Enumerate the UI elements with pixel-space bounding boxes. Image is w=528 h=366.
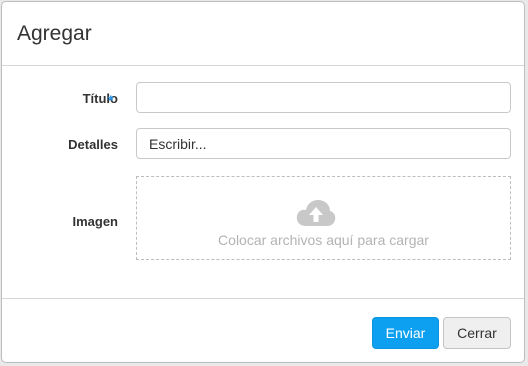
dialog-title: Agregar [17,22,92,45]
cloud-upload-icon [296,200,336,226]
image-dropzone[interactable]: Colocar archivos aquí para cargar [136,176,511,260]
dialog-header: Agregar [2,2,524,66]
detalles-input[interactable] [136,128,511,159]
required-marker: * [108,92,114,108]
close-button[interactable]: Cerrar [443,317,511,349]
detalles-label: Detalles [68,137,118,152]
imagen-label: Imagen [72,214,118,229]
dropzone-text: Colocar archivos aquí para cargar [218,232,429,248]
add-dialog: Agregar Título * Detalles Imagen Colocar… [1,1,525,363]
titulo-input[interactable] [136,82,511,113]
footer-divider [2,298,524,299]
submit-button[interactable]: Enviar [372,317,439,349]
